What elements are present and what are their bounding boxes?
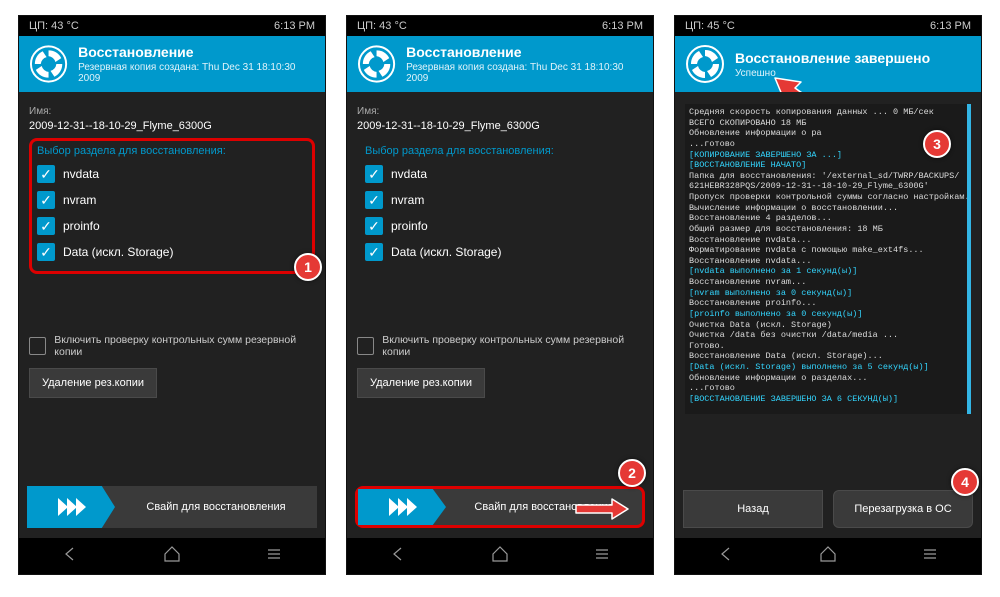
- nav-bar: [19, 538, 325, 574]
- nav-home-icon[interactable]: [818, 544, 838, 569]
- reboot-button[interactable]: Перезагрузка в ОС: [833, 490, 973, 528]
- delete-backup-button[interactable]: Удаление рез.копии: [29, 368, 157, 398]
- partition-checkbox[interactable]: ✓proinfo: [365, 213, 635, 239]
- button-bar: Назад Перезагрузка в ОС 4: [683, 490, 973, 528]
- backup-name-input[interactable]: 2009-12-31--18-10-29_Flyme_6300G: [357, 120, 643, 132]
- partition-checkbox[interactable]: ✓nvram: [37, 187, 307, 213]
- partition-checkbox[interactable]: ✓nvdata: [37, 161, 307, 187]
- clock: 6:13 PM: [274, 20, 315, 32]
- nav-back-icon[interactable]: [388, 544, 408, 569]
- md5-checkbox[interactable]: Включить проверку контрольных сумм резер…: [29, 334, 315, 358]
- check-icon: ✓: [365, 165, 383, 183]
- backup-name-input[interactable]: 2009-12-31--18-10-29_Flyme_6300G: [29, 120, 315, 132]
- swipe-thumb[interactable]: [27, 486, 115, 528]
- page-title: Восстановление завершено: [735, 50, 930, 66]
- status-bar: ЦП: 43 °C 6:13 PM: [347, 16, 653, 36]
- check-icon: ✓: [365, 217, 383, 235]
- twrp-logo-icon: [357, 44, 396, 84]
- page-subtitle: Резервная копия создана: Thu Dec 31 18:1…: [406, 62, 643, 84]
- swipe-to-restore[interactable]: Свайп для восстановления 2: [355, 486, 645, 528]
- check-icon: ✓: [37, 243, 55, 261]
- md5-checkbox[interactable]: Включить проверку контрольных сумм резер…: [357, 334, 643, 358]
- page-title: Восстановление: [78, 44, 315, 60]
- header: Восстановление Резервная копия создана: …: [19, 36, 325, 92]
- nav-menu-icon[interactable]: [264, 544, 284, 569]
- nav-menu-icon[interactable]: [592, 544, 612, 569]
- callout-badge-1: 1: [294, 253, 322, 281]
- content: Имя: 2009-12-31--18-10-29_Flyme_6300G Вы…: [19, 92, 325, 538]
- partition-checkbox[interactable]: ✓proinfo: [37, 213, 307, 239]
- cpu-temp: ЦП: 43 °C: [29, 20, 79, 32]
- page-subtitle: Резервная копия создана: Thu Dec 31 18:1…: [78, 62, 315, 84]
- cpu-temp: ЦП: 43 °C: [357, 20, 407, 32]
- nav-home-icon[interactable]: [162, 544, 182, 569]
- name-label: Имя:: [29, 106, 315, 117]
- selector-title: Выбор раздела для восстановления:: [37, 145, 307, 157]
- partition-selector: Выбор раздела для восстановления: ✓nvdat…: [357, 138, 643, 274]
- nav-bar: [675, 538, 981, 574]
- phone-screen-3: ЦП: 45 °C 6:13 PM Восстановление заверше…: [674, 15, 982, 575]
- status-bar: ЦП: 45 °C 6:13 PM: [675, 16, 981, 36]
- swipe-to-restore[interactable]: Свайп для восстановления: [27, 486, 317, 528]
- content: 3 Средняя скорость копирования данных ..…: [675, 92, 981, 538]
- callout-badge-2: 2: [618, 459, 646, 487]
- check-icon: ✓: [37, 217, 55, 235]
- clock: 6:13 PM: [930, 20, 971, 32]
- check-icon: ✓: [37, 165, 55, 183]
- nav-home-icon[interactable]: [490, 544, 510, 569]
- header: Восстановление завершено Успешно: [675, 36, 981, 92]
- checkbox-empty-icon: [357, 337, 374, 355]
- check-icon: ✓: [37, 191, 55, 209]
- swipe-label: Свайп для восстановления: [446, 501, 642, 513]
- back-button[interactable]: Назад: [683, 490, 823, 528]
- checkbox-empty-icon: [29, 337, 46, 355]
- swipe-label: Свайп для восстановления: [115, 501, 317, 513]
- header: Восстановление Резервная копия создана: …: [347, 36, 653, 92]
- partition-checkbox[interactable]: ✓nvdata: [365, 161, 635, 187]
- callout-badge-4: 4: [951, 468, 979, 496]
- partition-checkbox[interactable]: ✓Data (искл. Storage): [365, 239, 635, 265]
- partition-checkbox[interactable]: ✓nvram: [365, 187, 635, 213]
- partition-selector: Выбор раздела для восстановления: ✓nvdat…: [29, 138, 315, 274]
- nav-back-icon[interactable]: [60, 544, 80, 569]
- content: Имя: 2009-12-31--18-10-29_Flyme_6300G Вы…: [347, 92, 653, 538]
- cpu-temp: ЦП: 45 °C: [685, 20, 735, 32]
- selector-title: Выбор раздела для восстановления:: [365, 145, 635, 157]
- check-icon: ✓: [365, 243, 383, 261]
- status-bar: ЦП: 43 °C 6:13 PM: [19, 16, 325, 36]
- callout-badge-3: 3: [923, 130, 951, 158]
- swipe-thumb[interactable]: [358, 489, 446, 525]
- page-title: Восстановление: [406, 44, 643, 60]
- check-icon: ✓: [365, 191, 383, 209]
- partition-checkbox[interactable]: ✓Data (искл. Storage): [37, 239, 307, 265]
- delete-backup-button[interactable]: Удаление рез.копии: [357, 368, 485, 398]
- page-subtitle: Успешно: [735, 68, 930, 79]
- nav-bar: [347, 538, 653, 574]
- twrp-logo-icon: [29, 44, 68, 84]
- nav-menu-icon[interactable]: [920, 544, 940, 569]
- phone-screen-1: ЦП: 43 °C 6:13 PM Восстановление Резервн…: [18, 15, 326, 575]
- name-label: Имя:: [357, 106, 643, 117]
- twrp-logo-icon: [685, 44, 725, 84]
- nav-back-icon[interactable]: [716, 544, 736, 569]
- clock: 6:13 PM: [602, 20, 643, 32]
- phone-screen-2: ЦП: 43 °C 6:13 PM Восстановление Резервн…: [346, 15, 654, 575]
